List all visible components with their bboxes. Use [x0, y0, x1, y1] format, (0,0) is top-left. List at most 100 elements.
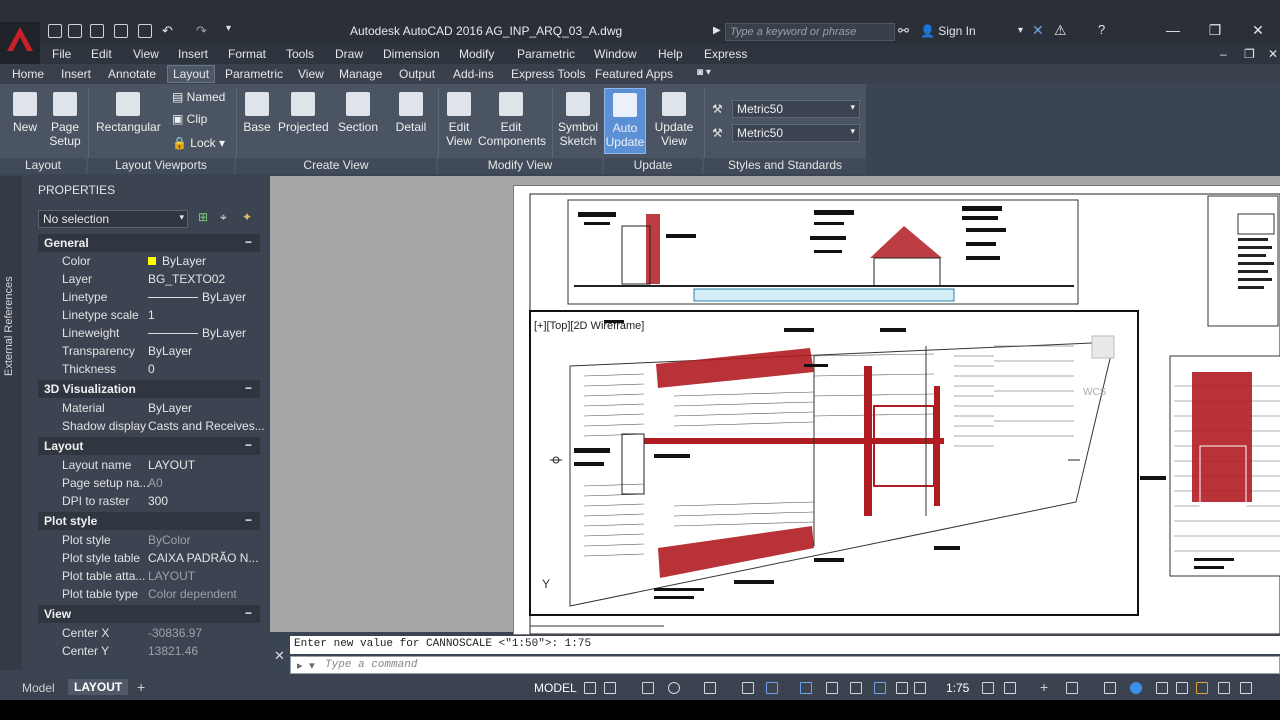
exchange-apps-icon[interactable]: ✕ — [1032, 22, 1044, 39]
qat-dropdown-icon[interactable]: ▾ — [226, 23, 231, 34]
snap-icon[interactable] — [604, 682, 616, 694]
model-space-toggle[interactable]: MODEL — [534, 681, 577, 695]
close-command-line-icon[interactable]: ✕ — [274, 648, 285, 664]
menu-file[interactable]: File — [52, 47, 71, 61]
selection-dropdown[interactable]: No selection ▾ — [38, 210, 188, 228]
quick-select-icon[interactable]: ✦ — [242, 210, 252, 224]
object-snap-icon[interactable] — [766, 682, 778, 694]
annotation-visibility-icon[interactable] — [874, 682, 886, 694]
binoculars-icon[interactable]: ⚯ — [898, 23, 909, 39]
menu-insert[interactable]: Insert — [178, 47, 208, 61]
clean-screen-icon[interactable] — [1176, 682, 1188, 694]
auto-update-button[interactable]: Auto Update — [604, 88, 646, 154]
prop-row[interactable]: Layer BG_TEXTO02 — [38, 270, 260, 288]
select-objects-icon[interactable]: ⌖ — [220, 210, 227, 225]
plot-icon[interactable] — [138, 24, 152, 38]
customize-icon[interactable] — [1240, 682, 1252, 694]
menu-window[interactable]: Window — [594, 47, 637, 61]
close-window-button[interactable]: ✕ — [1238, 22, 1278, 42]
group-layout[interactable]: Layout — [0, 158, 86, 174]
tab-manage[interactable]: Manage — [339, 67, 382, 81]
paperspace-background[interactable] — [270, 176, 495, 632]
rectangular-viewport-button[interactable]: Rectangular — [96, 92, 161, 134]
tab-model[interactable]: Model — [22, 681, 55, 695]
prop-row[interactable]: Linetype ByLayer — [38, 288, 260, 306]
group-styles-and-standards[interactable]: Styles and Standards — [704, 158, 866, 174]
update-view-button[interactable]: Update View — [652, 92, 696, 148]
grid-icon[interactable] — [584, 682, 596, 694]
projected-view-button[interactable]: Projected — [278, 92, 329, 134]
group-update[interactable]: Update — [604, 158, 702, 174]
sign-in-dropdown-icon[interactable]: ▾ — [1018, 25, 1023, 36]
redo-icon[interactable]: ↷ — [196, 23, 207, 39]
prop-row[interactable]: Material ByLayer — [38, 399, 260, 417]
new-file-icon[interactable] — [48, 24, 62, 38]
prop-row[interactable]: Transparency ByLayer — [38, 342, 260, 360]
transparency-icon[interactable] — [826, 682, 838, 694]
prop-row[interactable]: Layout name LAYOUT — [38, 456, 260, 474]
ribbon-options-icon[interactable]: ◙ ▾ — [697, 67, 711, 78]
base-view-button[interactable]: Base — [242, 92, 272, 134]
autodesk-a360-icon[interactable]: ⚠ — [1054, 22, 1067, 39]
detail-style-dropdown[interactable]: Metric50 ▾ — [732, 124, 860, 142]
hardware-acceleration-icon[interactable] — [1156, 682, 1168, 694]
prop-row[interactable]: DPI to raster 300 — [38, 492, 260, 510]
clip-viewport-button[interactable]: ▣ Clip — [172, 112, 207, 126]
menu-express[interactable]: Express — [704, 47, 747, 61]
sign-in-button[interactable]: 👤 Sign In — [920, 24, 976, 38]
annotation-monitor-icon[interactable] — [1196, 682, 1208, 694]
edit-view-button[interactable]: Edit View — [442, 92, 476, 148]
prop-row[interactable]: Lineweight ByLayer — [38, 324, 260, 342]
viewport-controls-label[interactable]: [+][Top][2D Wireframe] — [534, 320, 644, 332]
section-layout[interactable]: Layout − — [38, 437, 260, 455]
app-menu-button[interactable] — [0, 22, 40, 64]
menu-format[interactable]: Format — [228, 47, 266, 61]
tab-featured-apps[interactable]: Featured Apps — [595, 67, 673, 81]
minimize-button[interactable]: — — [1153, 22, 1193, 42]
section-style-dropdown[interactable]: Metric50 ▾ — [732, 100, 860, 118]
annotation-scale-value[interactable]: 1:75 — [946, 681, 969, 695]
menu-tools[interactable]: Tools — [286, 47, 314, 61]
ortho-icon[interactable] — [642, 682, 654, 694]
tab-output[interactable]: Output — [399, 67, 435, 81]
search-input[interactable]: Type a keyword or phrase — [725, 23, 895, 41]
menubar-minimize-icon[interactable]: – — [1220, 47, 1227, 61]
menu-modify[interactable]: Modify — [459, 47, 494, 61]
prop-row[interactable]: Linetype scale 1 — [38, 306, 260, 324]
menubar-restore-icon[interactable]: ❐ — [1244, 47, 1255, 61]
annotation-scale-icon[interactable] — [914, 682, 926, 694]
isodraft-icon[interactable] — [704, 682, 716, 694]
section-general[interactable]: General − — [38, 234, 260, 252]
external-references-palette-strip[interactable]: External References — [0, 176, 22, 670]
tab-insert[interactable]: Insert — [61, 67, 91, 81]
add-layout-icon[interactable]: + — [137, 679, 145, 695]
tab-express-tools[interactable]: Express Tools — [511, 67, 585, 81]
tab-home[interactable]: Home — [12, 67, 44, 81]
tab-layout-sheet[interactable]: LAYOUT — [68, 679, 129, 695]
undo-icon[interactable]: ↶ — [162, 23, 173, 39]
gear-icon[interactable] — [1004, 682, 1016, 694]
prop-row[interactable]: Plot style ByColor — [38, 531, 260, 549]
polar-tracking-icon[interactable] — [668, 682, 680, 694]
save-icon[interactable] — [90, 24, 104, 38]
quick-properties-icon[interactable] — [1104, 682, 1116, 694]
lock-viewport-button[interactable]: 🔒 Lock ▾ — [172, 136, 225, 150]
prop-row[interactable]: Page setup na... A0 — [38, 474, 260, 492]
plus-icon[interactable]: + — [1040, 679, 1048, 695]
object-snap-tracking-icon[interactable] — [742, 682, 754, 694]
units-icon[interactable] — [1066, 682, 1078, 694]
prop-row[interactable]: Plot style table CAIXA PADRÃO N... — [38, 549, 260, 567]
tab-add-ins[interactable]: Add-ins — [453, 67, 494, 81]
save-as-icon[interactable] — [114, 24, 128, 38]
tab-view[interactable]: View — [298, 67, 324, 81]
section-view-button[interactable]: Section — [337, 92, 379, 134]
tab-parametric[interactable]: Parametric — [225, 67, 283, 81]
prop-row[interactable]: Plot table type Color dependent — [38, 585, 260, 603]
open-file-icon[interactable] — [68, 24, 82, 38]
tab-annotate[interactable]: Annotate — [108, 67, 156, 81]
layout-paper-area[interactable]: WCS Y [+][Top][2D Wireframe] — [495, 176, 1280, 635]
menu-parametric[interactable]: Parametric — [517, 47, 575, 61]
section-plot-style[interactable]: Plot style − — [38, 512, 260, 530]
prop-row[interactable]: Plot table atta... LAYOUT — [38, 567, 260, 585]
detail-view-button[interactable]: Detail — [392, 92, 430, 134]
